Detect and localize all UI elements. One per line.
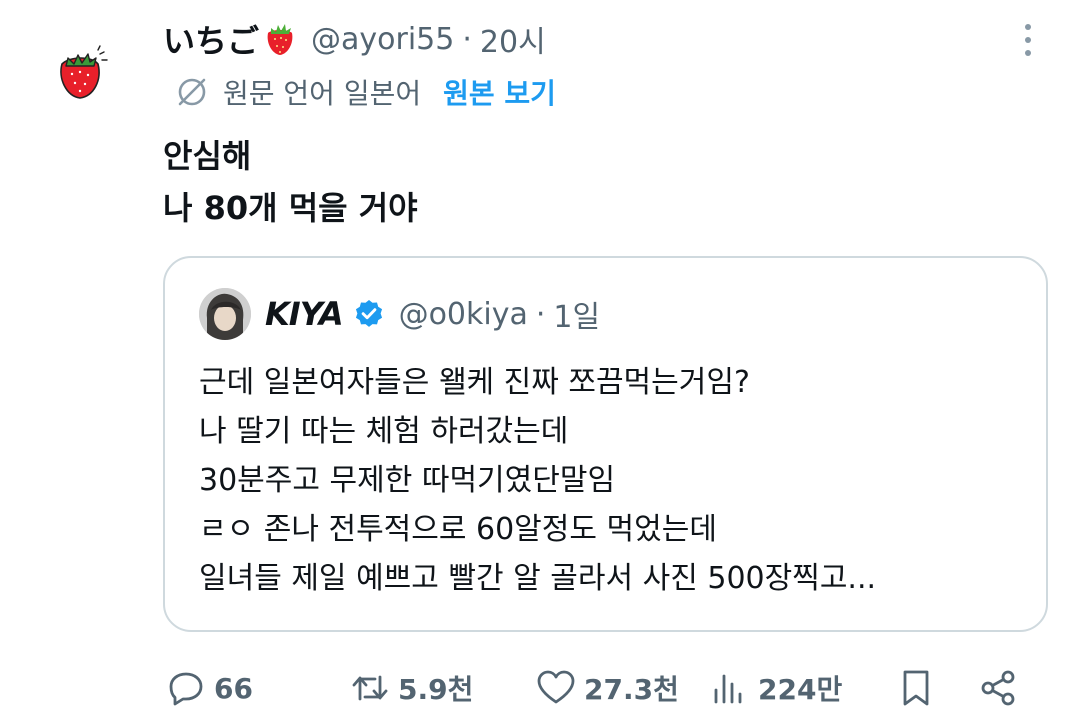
quoted-text-line: ㄹㅇ 존나 전투적으로 60알정도 먹었는데: [199, 512, 717, 547]
quoted-text-line: 일녀들 제일 예쁘고 빨간 알 골라서 사진 500장찍고...: [199, 561, 877, 596]
retweet-count: 5.9천: [398, 673, 474, 706]
more-vertical-icon[interactable]: [1016, 20, 1040, 60]
verified-badge-icon: [353, 298, 385, 330]
strawberry-emoji-icon: [263, 21, 297, 57]
like-count: 27.3천: [584, 673, 679, 706]
show-original-link[interactable]: 원본 보기: [443, 72, 556, 112]
quoted-tweet-timestamp: 1일: [553, 300, 601, 335]
reply-count: 66: [214, 671, 253, 705]
quoted-tweet-card[interactable]: KIYA @o0kiya · 1일 근데 일본여자들은 왤케 진짜 쪼끔먹는거임…: [163, 256, 1048, 632]
share-icon: [981, 670, 1015, 706]
author-avatar[interactable]: [48, 40, 112, 104]
retweet-button[interactable]: 5.9천: [350, 660, 473, 716]
quoted-author-avatar: [199, 288, 251, 340]
translation-row: 원문 언어 일본어 원본 보기: [175, 70, 556, 114]
quoted-text-line: 근데 일본여자들은 왤케 진짜 쪼끔먹는거임?: [199, 365, 750, 400]
reply-button[interactable]: 66: [166, 660, 253, 716]
retweet-icon: [352, 675, 388, 701]
like-button[interactable]: 27.3천: [536, 660, 679, 716]
translation-label: 원문 언어 일본어: [223, 77, 422, 110]
tweet-actions: 66 5.9천 27.3천 224만: [166, 660, 1046, 716]
views-button[interactable]: 224만: [710, 660, 842, 716]
share-button[interactable]: [978, 660, 1018, 716]
heart-icon: [537, 670, 575, 704]
tweet-header: いちご @ayori55 · 20시: [163, 14, 546, 64]
quoted-author-display-name: KIYA: [265, 295, 344, 333]
views-count: 224만: [758, 673, 843, 706]
tweet-text: 안심해 나 80개 먹을 거야: [163, 130, 418, 234]
tweet: いちご @ayori55 · 20시 원문 언어 일본어 원본 보기 안심해 나…: [0, 0, 1080, 727]
reply-icon: [169, 672, 203, 706]
quoted-tweet-header: KIYA @o0kiya · 1일: [199, 286, 600, 342]
strawberry-avatar-icon: [60, 45, 108, 99]
header-separator: ·: [462, 21, 472, 57]
tweet-text-line: 안심해: [163, 137, 252, 175]
quoted-text-line: 30분주고 무제한 따먹기였단말임: [199, 463, 616, 498]
tweet-timestamp[interactable]: 20시: [480, 17, 546, 61]
quoted-author-handle: @o0kiya: [398, 296, 528, 332]
tweet-text-line: 나 80개 먹을 거야: [163, 189, 418, 227]
author-handle[interactable]: @ayori55: [311, 22, 454, 57]
quoted-text-line: 나 딸기 따는 체험 하러갔는데: [199, 414, 569, 449]
author-display-name[interactable]: いちご: [163, 16, 259, 62]
translate-globe-icon: [175, 75, 209, 109]
quoted-header-separator: ·: [535, 296, 546, 332]
quoted-tweet-text: 근데 일본여자들은 왤케 진짜 쪼끔먹는거임? 나 딸기 따는 체험 하러갔는데…: [199, 358, 876, 603]
bookmark-button[interactable]: [896, 660, 936, 716]
bookmark-icon: [903, 670, 929, 706]
views-chart-icon: [714, 674, 742, 704]
